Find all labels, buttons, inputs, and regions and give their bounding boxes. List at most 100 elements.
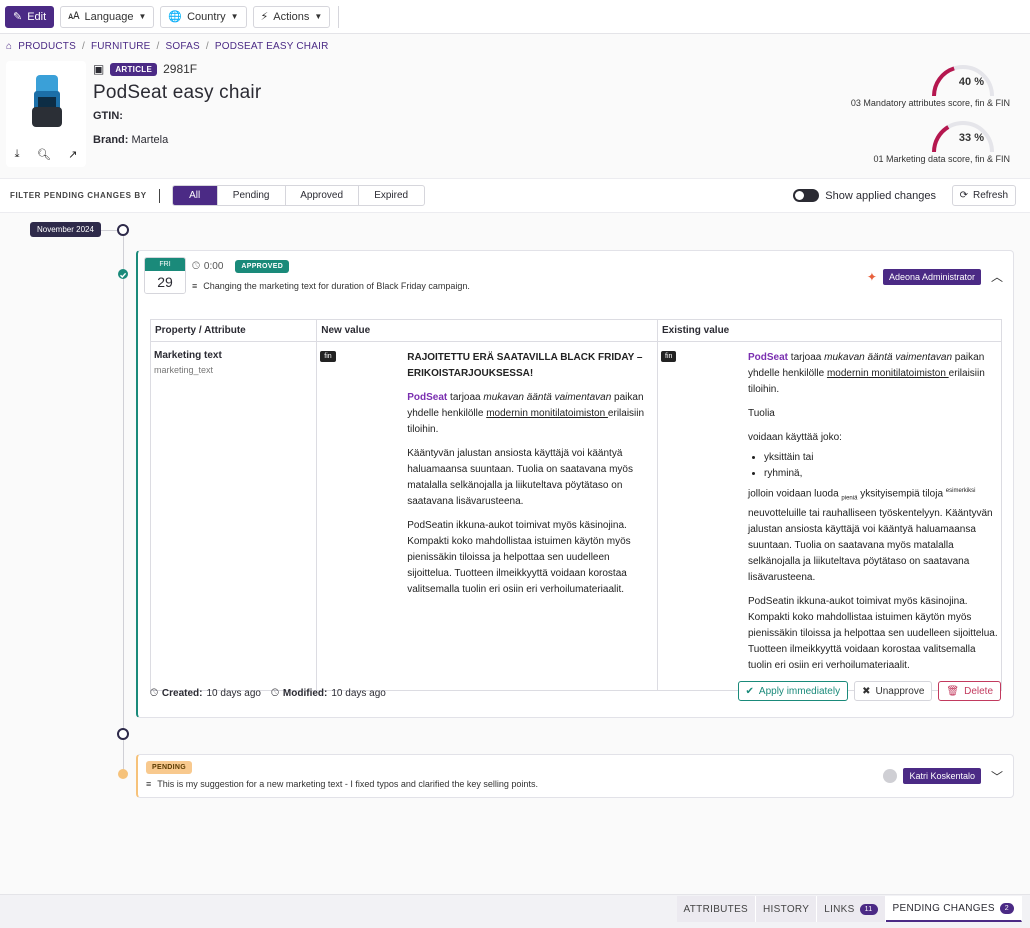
toolbar-divider	[338, 5, 340, 28]
links-count-badge: 11	[859, 903, 878, 915]
new-value-cell: fin RAJOITETTU ERÄ SAATAVILLA BLACK FRID…	[316, 340, 658, 692]
external-link-icon[interactable]: ↗	[68, 148, 77, 161]
change-user: Katri Koskentalo	[883, 768, 981, 784]
score-label: 03 Mandatory attributes score, fin & FIN	[850, 98, 1010, 108]
bolt-icon: ⚡	[260, 11, 269, 23]
change-description: ≡ Changing the marketing text for durati…	[192, 281, 470, 291]
breadcrumb-furniture[interactable]: FURNITURE	[91, 41, 151, 52]
tab-links[interactable]: LINKS 11	[817, 896, 886, 922]
marketing-score[interactable]: 33 % 01 Marketing data score, fin & FIN	[873, 118, 1010, 164]
filter-bar: FILTER PENDING CHANGES BY All Pending Ap…	[0, 178, 1030, 213]
tab-attributes[interactable]: ATTRIBUTES	[676, 896, 757, 922]
change-card-approved: FRI 29 🕓︎ 0:00 APPROVED ≡ Changing the m…	[136, 250, 1014, 718]
timeline-connector	[99, 230, 117, 231]
filter-approved[interactable]: Approved	[286, 186, 359, 205]
user-badge: Adeona Administrator	[882, 269, 981, 285]
change-card-pending[interactable]: PENDING ≡ This is my suggestion for a ne…	[136, 754, 1014, 798]
user-avatar-icon: ✦	[866, 270, 877, 284]
chevron-down-icon[interactable]: ﹀	[991, 768, 1003, 785]
actions-dropdown[interactable]: ⚡ Actions ▼	[252, 5, 331, 28]
home-icon[interactable]: ⌂	[6, 41, 12, 52]
filter-label: FILTER PENDING CHANGES BY	[10, 191, 147, 200]
show-applied-toggle-row: Show applied changes	[793, 189, 936, 202]
text-lines-icon: ≡	[146, 779, 152, 789]
change-time: 🕓︎ 0:00 APPROVED	[192, 260, 290, 273]
text-lines-icon: ≡	[192, 281, 198, 291]
month-label: November 2024	[30, 222, 101, 237]
filter-pending[interactable]: Pending	[218, 186, 286, 205]
gtin-row: GTIN:	[93, 110, 123, 122]
image-actions: ⤓ 🔍︎ ↗	[6, 148, 86, 161]
score-label: 01 Marketing data score, fin & FIN	[873, 154, 1010, 164]
caret-down-icon: ▼	[314, 12, 323, 21]
toolbar: ✎ Edit 🗚 Language ▼ 🌐 Country ▼ ⚡ Action…	[0, 0, 1030, 34]
attribute-cell: Marketing text marketing_text	[149, 340, 318, 692]
user-badge: Katri Koskentalo	[903, 768, 981, 784]
tab-history[interactable]: HISTORY	[756, 896, 818, 922]
changes-table: Property / Attribute New value Existing …	[149, 319, 1002, 692]
article-code: 2981F	[163, 62, 198, 76]
breadcrumb-current[interactable]: PODSEAT EASY CHAIR	[215, 41, 329, 52]
change-user: ✦ Adeona Administrator	[867, 269, 981, 285]
new-value-text: RAJOITETTU ERÄ SAATAVILLA BLACK FRIDAY –…	[407, 352, 645, 595]
timeline-line	[123, 230, 124, 775]
column-header: Existing value	[657, 319, 1002, 342]
show-applied-label: Show applied changes	[825, 189, 936, 202]
pending-dot-icon	[118, 769, 128, 779]
filter-all[interactable]: All	[172, 186, 218, 205]
existing-value-cell: fin PodSeat tarjoaa mukavan ääntä vaimen…	[657, 340, 1002, 692]
existing-value-text: PodSeat tarjoaa mukavan ääntä vaimentava…	[748, 350, 998, 682]
status-badge: APPROVED	[235, 260, 290, 273]
delete-button[interactable]: 🗑︎ Delete	[938, 681, 1001, 701]
column-header: New value	[316, 319, 658, 342]
column-header: Property / Attribute	[149, 319, 318, 342]
breadcrumb: ⌂ PRODUCTS / FURNITURE / SOFAS / PODSEAT…	[6, 41, 329, 52]
change-actions: ✔ Apply immediately ✖ Unapprove 🗑︎ Delet…	[737, 681, 1001, 701]
country-dropdown[interactable]: 🌐 Country ▼	[160, 5, 247, 28]
pending-count-badge: 2	[999, 902, 1014, 914]
tab-pending-changes[interactable]: PENDING CHANGES 2	[885, 896, 1022, 922]
download-icon[interactable]: ⤓	[15, 148, 20, 161]
language-dropdown[interactable]: 🗚 Language ▼	[60, 5, 155, 28]
x-circle-icon: ✖	[862, 685, 871, 697]
product-header: ▣ ARTICLE 2981F PodSeat easy chair GTIN:…	[93, 62, 261, 146]
filter-expired[interactable]: Expired	[359, 186, 424, 205]
breadcrumb-products[interactable]: PRODUCTS	[18, 41, 76, 52]
clock-icon: 🕓︎	[150, 688, 158, 699]
zoom-icon[interactable]: 🔍︎	[37, 148, 51, 161]
breadcrumb-sep: /	[205, 41, 209, 52]
product-image	[32, 75, 62, 127]
breadcrumb-sep: /	[156, 41, 160, 52]
language-badge: fin	[661, 351, 677, 362]
status-badge: PENDING	[146, 761, 192, 774]
page-title: PodSeat easy chair	[93, 82, 262, 103]
article-badge: ARTICLE	[110, 62, 158, 76]
user-avatar-icon	[883, 769, 898, 783]
product-image-card: ⤓ 🔍︎ ↗	[6, 61, 86, 167]
timeline-node	[117, 728, 129, 740]
caret-down-icon: ▼	[230, 12, 239, 21]
score-value: 40 %	[958, 76, 984, 88]
approved-check-icon	[118, 269, 128, 279]
refresh-button[interactable]: ⟳ Refresh	[951, 185, 1016, 206]
bottom-tabs: ATTRIBUTES HISTORY LINKS 11 PENDING CHAN…	[676, 896, 1022, 922]
globe-icon: 🌐	[168, 11, 183, 23]
breadcrumb-sofas[interactable]: SOFAS	[166, 41, 200, 52]
mandatory-score[interactable]: 40 % 03 Mandatory attributes score, fin …	[851, 62, 1010, 108]
chevron-up-icon[interactable]: ︿	[991, 268, 1003, 285]
language-badge: fin	[320, 351, 336, 362]
cube-icon: ▣	[93, 62, 105, 76]
apply-immediately-button[interactable]: ✔ Apply immediately	[737, 681, 849, 701]
refresh-icon: ⟳	[959, 190, 968, 201]
table-row: Marketing text marketing_text fin RAJOIT…	[149, 340, 1002, 692]
edit-button[interactable]: ✎ Edit	[5, 5, 55, 28]
timeline-node	[117, 224, 129, 236]
caret-down-icon: ▼	[138, 12, 147, 21]
show-applied-toggle[interactable]	[793, 189, 820, 202]
filter-divider	[158, 188, 160, 203]
unapprove-button[interactable]: ✖ Unapprove	[854, 681, 933, 701]
clock-icon: 🕓︎	[271, 688, 279, 699]
trash-icon: 🗑︎	[946, 685, 960, 697]
score-value: 33 %	[958, 132, 984, 144]
language-icon: 🗚	[68, 11, 80, 22]
